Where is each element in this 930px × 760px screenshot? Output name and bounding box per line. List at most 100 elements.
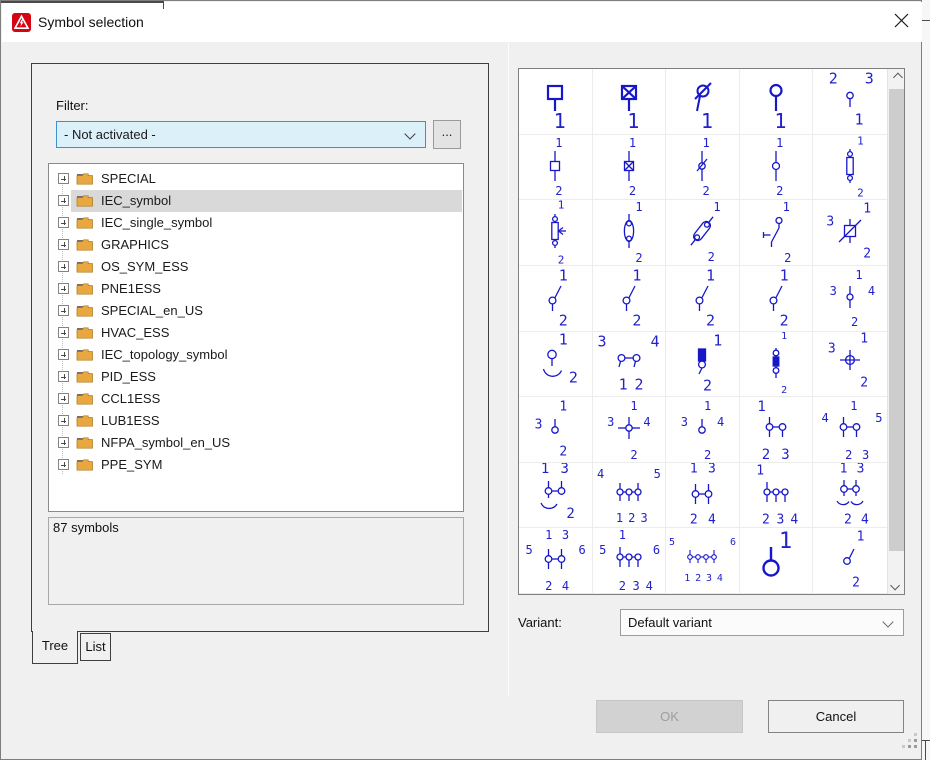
- symbol-cell-30[interactable]: 41523: [813, 397, 887, 463]
- expand-plus-icon[interactable]: [58, 217, 69, 228]
- symbol-cell-7[interactable]: 12: [593, 135, 667, 201]
- tree-item-iec_topology_symbol[interactable]: IEC_topology_symbol: [49, 344, 463, 366]
- tree-item-pid_ess[interactable]: PID_ESS: [49, 366, 463, 388]
- symbol-cell-15[interactable]: 312: [813, 200, 887, 266]
- expand-plus-icon[interactable]: [58, 327, 69, 338]
- tree-item-special_en_us[interactable]: SPECIAL_en_US: [49, 300, 463, 322]
- tab-tree[interactable]: Tree: [32, 631, 78, 664]
- symbol-cell-36[interactable]: 513624: [519, 528, 593, 594]
- expand-plus-icon[interactable]: [58, 283, 69, 294]
- symbol-cell-28[interactable]: 3142: [666, 397, 740, 463]
- symbol-cell-3[interactable]: 1: [666, 69, 740, 135]
- expand-plus-icon[interactable]: [58, 173, 69, 184]
- connection-point-number: 1: [783, 201, 790, 213]
- tree-item-pne1ess[interactable]: PNE1ESS: [49, 278, 463, 300]
- chevron-down-icon: [404, 128, 415, 139]
- symbol-cell-13[interactable]: 12: [666, 200, 740, 266]
- expand-plus-icon[interactable]: [58, 305, 69, 316]
- connection-point-number: 4: [717, 574, 723, 584]
- tree-item-label: PPE_SYM: [101, 457, 162, 472]
- symbol-cell-16[interactable]: 12: [519, 266, 593, 332]
- folder-icon: [76, 216, 93, 234]
- symbol-cell-17[interactable]: 12: [593, 266, 667, 332]
- sqSm-symbol-icon: [535, 146, 575, 186]
- threeCircU1-symbol-icon: [756, 474, 796, 514]
- expand-plus-icon[interactable]: [58, 349, 69, 360]
- symbol-cell-20[interactable]: 3142: [813, 266, 887, 332]
- connection-point-number: 1: [840, 463, 848, 476]
- symbol-cell-37[interactable]: 516234: [593, 528, 667, 594]
- symbol-cell-2[interactable]: 1: [593, 69, 667, 135]
- connection-point-number: 2: [632, 314, 641, 329]
- filter-combobox[interactable]: - Not activated -: [56, 121, 426, 148]
- symbol-cell-33[interactable]: 1324: [666, 463, 740, 529]
- symbol-cell-14[interactable]: 12: [740, 200, 814, 266]
- connection-point-number: 3: [830, 285, 837, 297]
- symbol-cell-8[interactable]: 12: [666, 135, 740, 201]
- symbol-cell-25[interactable]: 312: [813, 332, 887, 398]
- symbol-cell-32[interactable]: 45123: [593, 463, 667, 529]
- connection-point-number: 1: [632, 269, 641, 284]
- switchC-symbol-icon: [756, 211, 796, 251]
- symbol-cell-24[interactable]: 12: [740, 332, 814, 398]
- symbol-cell-10[interactable]: 12: [813, 135, 887, 201]
- tab-list[interactable]: List: [80, 633, 111, 661]
- tree-item-iec_single_symbol[interactable]: IEC_single_symbol: [49, 212, 463, 234]
- resize-grip[interactable]: [902, 733, 919, 750]
- tree-item-os_sym_ess[interactable]: OS_SYM_ESS: [49, 256, 463, 278]
- connection-point-number: 4: [597, 468, 604, 480]
- symbol-cell-23[interactable]: 12: [666, 332, 740, 398]
- symbol-cell-27[interactable]: 3142: [593, 397, 667, 463]
- symbol-cell-26[interactable]: 312: [519, 397, 593, 463]
- connection-point-number: 1: [780, 269, 789, 284]
- symbol-cell-21[interactable]: 12: [519, 332, 593, 398]
- tree-item-ccl1ess[interactable]: CCL1ESS: [49, 388, 463, 410]
- tree-item-special[interactable]: SPECIAL: [49, 168, 463, 190]
- symbol-cell-6[interactable]: 12: [519, 135, 593, 201]
- symbol-cell-1[interactable]: 1: [519, 69, 593, 135]
- variant-combobox[interactable]: Default variant: [620, 609, 904, 636]
- grid-scrollbar[interactable]: [887, 69, 904, 594]
- tree-item-iec_symbol[interactable]: IEC_symbol: [49, 190, 463, 212]
- expand-plus-icon[interactable]: [58, 261, 69, 272]
- tree-item-ppe_sym[interactable]: PPE_SYM: [49, 454, 463, 476]
- connection-point-number: 1: [559, 332, 568, 347]
- expand-plus-icon[interactable]: [58, 393, 69, 404]
- scrollbar-thumb[interactable]: [889, 89, 904, 551]
- symbol-cell-11[interactable]: 12: [519, 200, 593, 266]
- tree-item-lub1ess[interactable]: LUB1ESS: [49, 410, 463, 432]
- ok-button[interactable]: OK: [596, 700, 743, 733]
- tree-item-hvac_ess[interactable]: HVAC_ESS: [49, 322, 463, 344]
- connection-point-number: 5: [654, 468, 661, 480]
- expand-plus-icon[interactable]: [58, 437, 69, 448]
- expand-plus-icon[interactable]: [58, 371, 69, 382]
- tree-item-graphics[interactable]: GRAPHICS: [49, 234, 463, 256]
- symbol-cell-39[interactable]: 1: [740, 528, 814, 594]
- expand-plus-icon[interactable]: [58, 415, 69, 426]
- symbol-cell-22[interactable]: 3412: [593, 332, 667, 398]
- symbol-cell-29[interactable]: 123: [740, 397, 814, 463]
- symbol-cell-35[interactable]: 1324: [813, 463, 887, 529]
- symbol-cell-12[interactable]: 12: [593, 200, 667, 266]
- symbol-cell-4[interactable]: 1: [740, 69, 814, 135]
- expand-plus-icon[interactable]: [58, 459, 69, 470]
- filter-browse-button[interactable]: ...: [433, 120, 461, 149]
- symbol-cell-9[interactable]: 12: [740, 135, 814, 201]
- symbol-cell-34[interactable]: 1234: [740, 463, 814, 529]
- background-drawing-mark: [925, 740, 926, 760]
- cancel-button[interactable]: Cancel: [768, 700, 904, 733]
- connection-point-number: 1: [616, 512, 623, 524]
- symbol-cell-31[interactable]: 132: [519, 463, 593, 529]
- symbol-cell-5[interactable]: 231: [813, 69, 887, 135]
- expand-plus-icon[interactable]: [58, 239, 69, 250]
- symbol-cell-38[interactable]: 561234: [666, 528, 740, 594]
- symbol-cell-18[interactable]: 12: [666, 266, 740, 332]
- connection-point-number: 1: [757, 400, 765, 414]
- symbol-cell-40[interactable]: 12: [813, 528, 887, 594]
- close-button[interactable]: [879, 3, 924, 43]
- symbol-cell-19[interactable]: 12: [740, 266, 814, 332]
- tree-item-nfpa_symbol_en_us[interactable]: NFPA_symbol_en_US: [49, 432, 463, 454]
- scrollbar-down-icon[interactable]: [888, 577, 905, 594]
- scrollbar-up-icon[interactable]: [888, 69, 905, 86]
- expand-plus-icon[interactable]: [58, 195, 69, 206]
